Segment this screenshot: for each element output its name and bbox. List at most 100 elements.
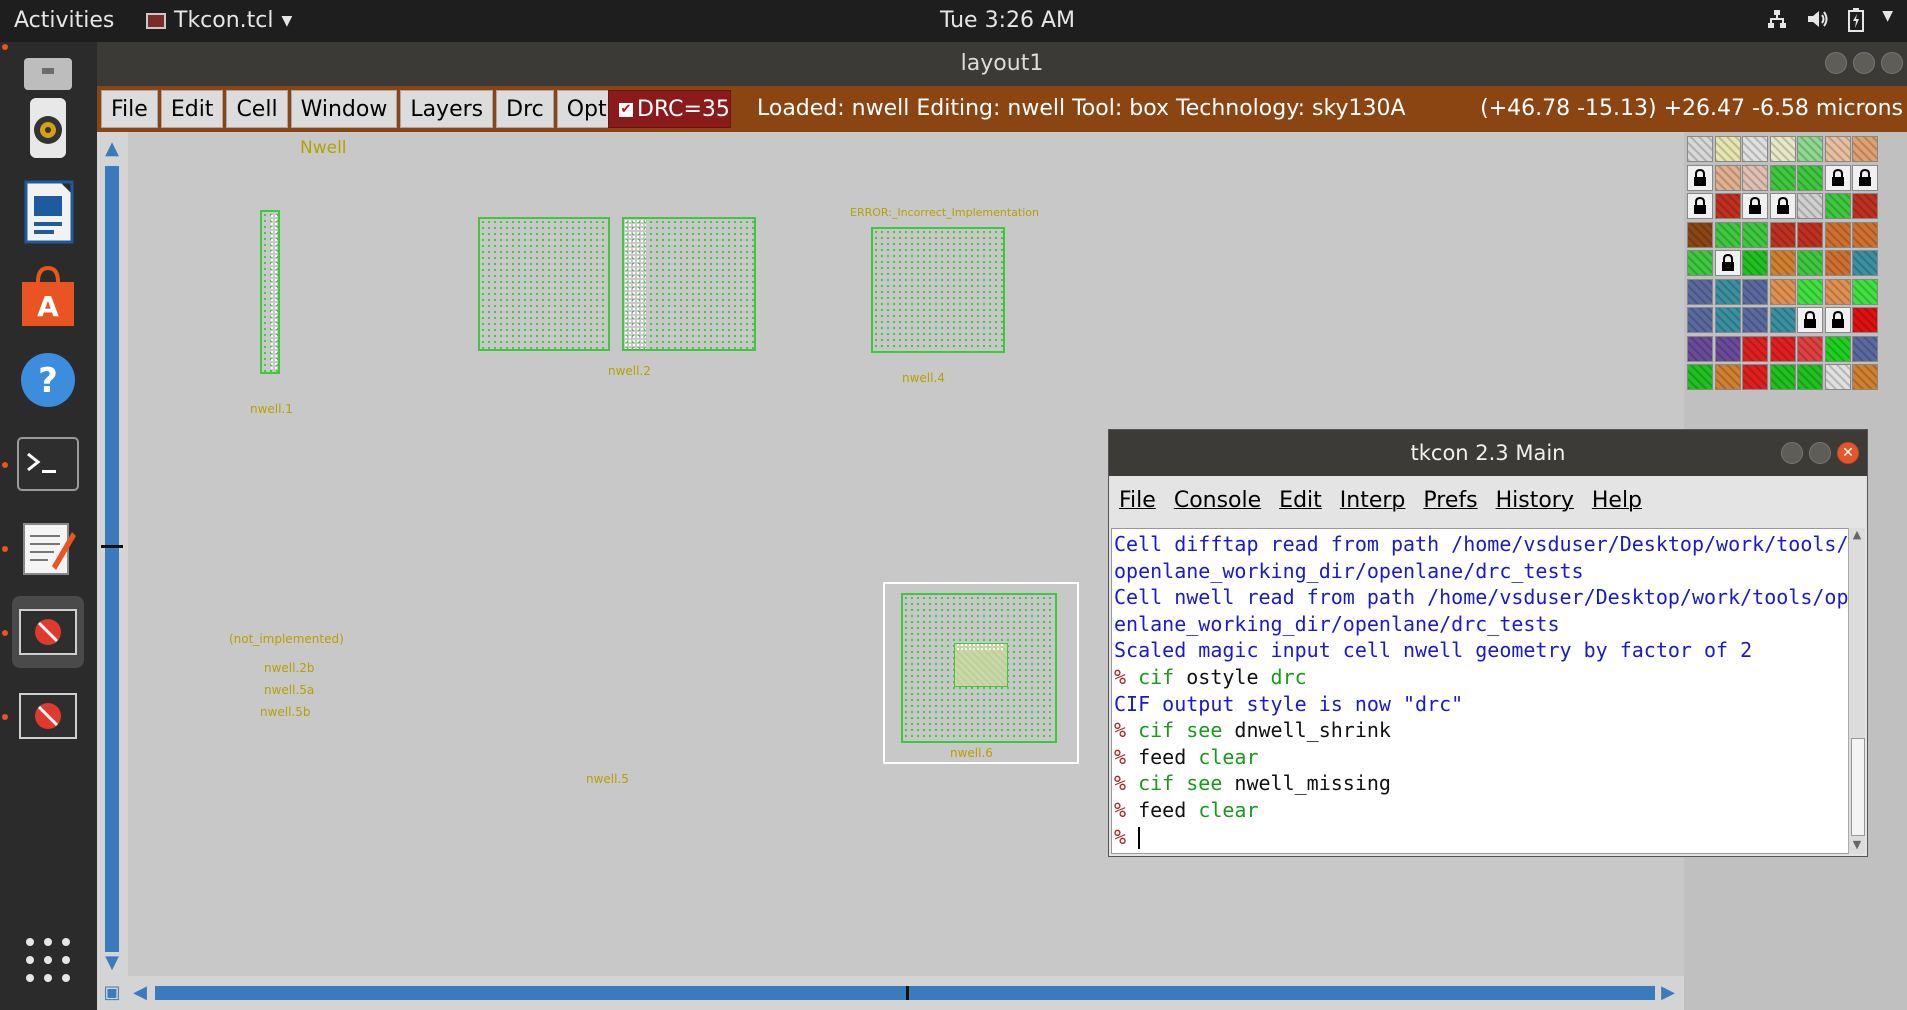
menu-drc[interactable]: Drc [496, 90, 554, 128]
tk-menu-edit[interactable]: Edit [1279, 488, 1322, 513]
app-blocked-icon[interactable] [12, 680, 84, 752]
lock-icon[interactable] [1714, 250, 1741, 276]
horizontal-scrollbar[interactable]: ▣ ◀ ▶ [97, 976, 1687, 1010]
rhythmbox-icon[interactable] [12, 92, 84, 164]
layer-swatch[interactable] [1852, 335, 1878, 362]
console-input-line[interactable]: % [1114, 824, 1848, 851]
layer-swatch[interactable] [1769, 307, 1796, 333]
tk-menu-prefs[interactable]: Prefs [1423, 488, 1477, 513]
layer-swatch[interactable] [1824, 250, 1851, 276]
layer-swatch[interactable] [1742, 136, 1768, 162]
layer-swatch[interactable] [1852, 250, 1878, 276]
layer-swatch[interactable] [1797, 364, 1823, 390]
layer-swatch[interactable] [1824, 335, 1851, 362]
layer-swatch[interactable] [1797, 193, 1823, 219]
maximize-button[interactable] [1853, 52, 1875, 74]
show-applications-icon[interactable] [12, 924, 84, 996]
maximize-button[interactable] [1809, 442, 1831, 464]
tk-menu-history[interactable]: History [1496, 488, 1574, 513]
lock-icon[interactable] [1687, 193, 1713, 219]
layer-swatch[interactable] [1769, 364, 1796, 390]
menu-cell[interactable]: Cell [226, 90, 288, 128]
tk-menu-file[interactable]: File [1119, 488, 1156, 513]
layer-swatch[interactable] [1687, 364, 1713, 390]
horizontal-scroll-thumb[interactable] [906, 986, 909, 1000]
layer-swatch[interactable] [1742, 164, 1768, 191]
menu-file[interactable]: File [101, 90, 158, 128]
layer-swatch[interactable] [1714, 221, 1741, 248]
vertical-scroll-thumb[interactable] [101, 545, 123, 548]
menu-layers[interactable]: Layers [400, 90, 494, 128]
close-button[interactable]: ✕ [1837, 442, 1859, 464]
vertical-scrollbar[interactable]: ▲ ▼ [97, 132, 128, 976]
scroll-up-icon[interactable]: ▲ [101, 138, 123, 160]
app-menu[interactable]: Tkcon.tcl ▼ [146, 8, 292, 33]
layer-swatch[interactable] [1852, 221, 1878, 248]
layer-swatch[interactable] [1797, 136, 1823, 162]
layer-swatch[interactable] [1824, 278, 1851, 305]
scroll-left-icon[interactable]: ◀ [129, 982, 151, 1004]
layer-swatch[interactable] [1687, 136, 1713, 162]
layer-swatch[interactable] [1797, 164, 1823, 191]
tkcon-titlebar[interactable]: tkcon 2.3 Main ✕ [1109, 430, 1867, 476]
tk-menu-console[interactable]: Console [1174, 488, 1261, 513]
libreoffice-impress-icon[interactable] [12, 176, 84, 248]
app-blocked-icon[interactable] [12, 596, 84, 668]
lock-icon[interactable] [1824, 164, 1851, 191]
drc-toggle[interactable]: ✔ DRC=35 [608, 90, 731, 128]
layer-swatch[interactable] [1797, 221, 1823, 248]
vertical-scroll-trough[interactable] [105, 166, 119, 956]
layer-swatch[interactable] [1769, 278, 1796, 305]
layer-swatch[interactable] [1769, 136, 1796, 162]
tk-menu-help[interactable]: Help [1592, 488, 1642, 513]
layer-swatch[interactable] [1687, 221, 1713, 248]
terminal-icon[interactable] [12, 428, 84, 500]
clock[interactable]: Tue 3:26 AM [940, 8, 1075, 33]
layer-swatch[interactable] [1687, 278, 1713, 305]
activities-button[interactable]: Activities [14, 8, 114, 33]
lock-icon[interactable] [1687, 164, 1713, 191]
layer-swatch[interactable] [1852, 136, 1878, 162]
checkbox-checked-icon[interactable]: ✔ [619, 103, 633, 117]
nwell-shape[interactable] [871, 227, 1005, 353]
menu-window[interactable]: Window [290, 90, 398, 128]
layer-swatch[interactable] [1852, 307, 1878, 333]
console-scrollbar[interactable]: ▲ ▼ [1848, 528, 1865, 854]
layer-swatch[interactable] [1797, 335, 1823, 362]
help-icon[interactable]: ? [12, 344, 84, 416]
layer-swatch[interactable] [1714, 193, 1741, 219]
layer-swatch[interactable] [1687, 335, 1713, 362]
layer-swatch[interactable] [1714, 335, 1741, 362]
power-menu-icon[interactable]: ▼ [1882, 8, 1893, 38]
text-editor-icon[interactable] [12, 512, 84, 584]
system-tray[interactable]: ▼ [1766, 8, 1893, 38]
close-button[interactable] [1881, 52, 1903, 74]
scroll-up-icon[interactable]: ▲ [1849, 528, 1865, 544]
volume-icon[interactable] [1806, 8, 1830, 38]
layer-swatch[interactable] [1687, 250, 1713, 276]
network-icon[interactable] [1766, 8, 1788, 38]
layer-swatch[interactable] [1742, 250, 1768, 276]
layer-swatch[interactable] [1852, 193, 1878, 219]
layer-swatch[interactable] [1769, 335, 1796, 362]
layer-swatch[interactable] [1742, 364, 1768, 390]
layer-swatch[interactable] [1769, 221, 1796, 248]
tk-menu-interp[interactable]: Interp [1340, 488, 1406, 513]
scroll-right-icon[interactable]: ▶ [1657, 982, 1679, 1004]
layer-swatch[interactable] [1714, 364, 1741, 390]
scroll-down-icon[interactable]: ▼ [101, 952, 123, 974]
minimize-button[interactable] [1781, 442, 1803, 464]
layer-swatch[interactable] [1742, 307, 1768, 333]
layer-swatch[interactable] [1714, 278, 1741, 305]
minimize-button[interactable] [1825, 52, 1847, 74]
layer-swatch[interactable] [1742, 335, 1768, 362]
layer-swatch[interactable] [1742, 221, 1768, 248]
layer-swatch[interactable] [1797, 278, 1823, 305]
ubuntu-software-icon[interactable]: A [12, 260, 84, 332]
layer-swatch[interactable] [1852, 278, 1878, 305]
layer-swatch[interactable] [1824, 221, 1851, 248]
lock-icon[interactable] [1852, 164, 1878, 191]
horizontal-scroll-trough[interactable] [155, 986, 1655, 1000]
layer-swatch[interactable] [1797, 250, 1823, 276]
lock-icon[interactable] [1797, 307, 1823, 333]
